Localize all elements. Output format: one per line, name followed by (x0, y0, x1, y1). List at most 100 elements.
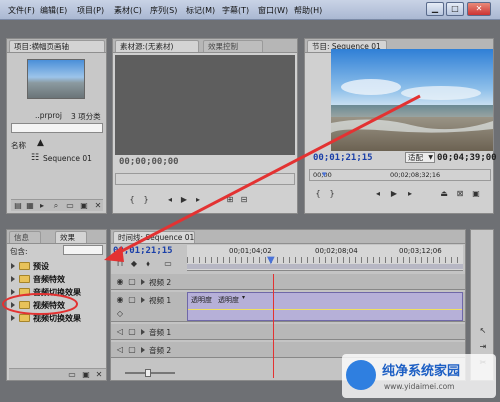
insert-icon[interactable]: ⊞ (225, 195, 235, 205)
speaker-icon[interactable]: ◁ (115, 345, 125, 355)
clip-mode[interactable]: 透明度 (218, 295, 239, 305)
mark-in-icon[interactable]: { (127, 195, 137, 205)
program-playhead-icon[interactable]: ▾ (322, 170, 327, 180)
lock-icon[interactable]: ▢ (127, 295, 137, 305)
project-filename: ..prproj (35, 111, 62, 120)
effects-folder-presets[interactable]: 预设 (7, 260, 108, 272)
program-ruler[interactable]: 00;00 00;02;08;32;16 ▾ (309, 169, 491, 181)
automate-icon[interactable]: ▸ (37, 201, 47, 211)
expand-icon[interactable] (141, 297, 145, 303)
effects-folder-audio-effects[interactable]: 音频特效 (7, 273, 108, 285)
maximize-button[interactable]: □ (446, 2, 464, 16)
close-button[interactable]: ✕ (467, 2, 491, 16)
menu-project[interactable]: 项目(P) (77, 5, 104, 16)
menu-edit[interactable]: 编辑(E) (40, 5, 67, 16)
expand-icon[interactable] (11, 289, 15, 295)
snap-icon[interactable]: ⊓ (115, 259, 125, 269)
timeline-ruler[interactable]: 00;01;04;02 00;02;08;04 00;03;12;06 ▼ (187, 245, 463, 271)
menu-file[interactable]: 文件(F) (8, 5, 35, 16)
tab-source[interactable]: 素材源:(无素材) (115, 40, 199, 52)
program-current-timecode[interactable]: 00;01;21;15 (313, 153, 373, 163)
menu-sequence[interactable]: 序列(S) (150, 5, 177, 16)
source-scrubber[interactable] (115, 173, 295, 185)
menu-title[interactable]: 字幕(T) (222, 5, 249, 16)
source-viewer (115, 55, 295, 155)
tab-project[interactable]: 项目:横幅页画轴 (9, 40, 105, 52)
tab-info[interactable]: 信息 (9, 231, 41, 243)
list-view-icon[interactable]: ▤ (13, 201, 23, 211)
expand-icon[interactable] (11, 302, 15, 308)
selection-tool-icon[interactable]: ↖ (478, 326, 488, 336)
program-controls: { } ◂ ▶ ▸ ⏏ ⊠ ▣ (309, 185, 491, 213)
sort-up-icon[interactable]: ▲ (37, 138, 44, 148)
overlay-icon[interactable]: ⊟ (239, 195, 249, 205)
zoom-slider[interactable] (115, 368, 185, 378)
folder-icon (19, 301, 30, 309)
opacity-line[interactable] (188, 309, 462, 310)
delete-icon[interactable]: ✕ (93, 201, 103, 211)
extract-icon[interactable]: ⊠ (455, 189, 465, 199)
minimize-button[interactable]: ▁ (426, 2, 444, 16)
column-name-header[interactable]: 名称 (11, 140, 26, 151)
effects-search-input[interactable] (63, 245, 103, 255)
eye-icon[interactable]: ◉ (115, 277, 125, 287)
zoom-thumb[interactable] (145, 369, 151, 377)
prog-play-icon[interactable]: ▶ (389, 189, 399, 199)
speaker-icon[interactable]: ◁ (115, 327, 125, 337)
effects-folder-video-transitions[interactable]: 视频切换效果 (7, 312, 108, 324)
tab-timeline[interactable]: 时间线: Sequence 01 (113, 231, 195, 243)
expand-icon[interactable] (141, 347, 145, 353)
icon-view-icon[interactable]: ▦ (25, 201, 35, 211)
project-item-sequence[interactable]: Sequence 01 (43, 154, 92, 163)
tab-effect-controls[interactable]: 效果控制 (203, 40, 263, 52)
menu-window[interactable]: 窗口(W) (258, 5, 288, 16)
new-item-icon[interactable]: ▣ (81, 370, 91, 380)
expand-icon[interactable] (11, 276, 15, 282)
lock-icon[interactable]: ▢ (127, 327, 137, 337)
fit-dropdown[interactable]: 适配 ▼ (405, 152, 435, 163)
new-bin-icon[interactable]: ▭ (65, 201, 75, 211)
expand-icon[interactable] (11, 315, 15, 321)
mark-out-icon[interactable]: } (141, 195, 151, 205)
export-frame-icon[interactable]: ▣ (471, 189, 481, 199)
prog-mark-in-icon[interactable]: { (313, 189, 323, 199)
new-bin-icon[interactable]: ▭ (67, 370, 77, 380)
eye-icon[interactable]: ◉ (115, 295, 125, 305)
step-forward-icon[interactable]: ▸ (193, 195, 203, 205)
new-item-icon[interactable]: ▣ (79, 201, 89, 211)
menu-help[interactable]: 帮助(H) (294, 5, 322, 16)
marker-icon[interactable]: ◆ (129, 259, 139, 269)
play-icon[interactable]: ▶ (179, 195, 189, 205)
timeline-playhead-icon[interactable]: ▼ (267, 255, 275, 266)
menu-marker[interactable]: 标记(M) (186, 5, 215, 16)
project-search-input[interactable] (11, 123, 103, 133)
program-duration: 00;04;39;00 (437, 153, 497, 163)
folder-label: 视频特效 (33, 301, 65, 310)
find-icon[interactable]: ⌕ (51, 201, 61, 211)
delete-icon[interactable]: ✕ (94, 370, 104, 380)
prog-step-forward-icon[interactable]: ▸ (405, 189, 415, 199)
work-area-icon[interactable]: ▭ (163, 259, 173, 269)
effects-folder-video-effects[interactable]: 视频特效 (7, 299, 108, 311)
lock-icon[interactable]: ▢ (127, 277, 137, 287)
track-select-icon[interactable]: ⇥ (478, 342, 488, 352)
expand-icon[interactable] (11, 263, 15, 269)
chevron-down-icon[interactable]: ▾ (242, 294, 245, 301)
effects-folder-audio-transitions[interactable]: 音频切换效果 (7, 286, 108, 298)
expand-icon[interactable] (141, 329, 145, 335)
drop-icon[interactable]: ⬧ (143, 259, 153, 269)
prog-step-back-icon[interactable]: ◂ (373, 189, 383, 199)
folder-icon (19, 275, 30, 283)
step-back-icon[interactable]: ◂ (165, 195, 175, 205)
keyframe-icon[interactable]: ◇ (115, 309, 125, 319)
expand-icon[interactable] (141, 279, 145, 285)
tab-effects[interactable]: 效果 (55, 231, 87, 243)
work-area-bar[interactable] (187, 264, 463, 269)
menu-clip[interactable]: 素材(C) (114, 5, 142, 16)
video-clip[interactable]: 透明度 透明度 ▾ (187, 292, 463, 321)
prog-mark-out-icon[interactable]: } (327, 189, 337, 199)
lock-icon[interactable]: ▢ (127, 345, 137, 355)
timeline-current-timecode[interactable]: 00;01;21;15 (113, 246, 173, 256)
lift-icon[interactable]: ⏏ (439, 189, 449, 199)
source-timecode[interactable]: 00;00;00;00 (119, 157, 179, 167)
